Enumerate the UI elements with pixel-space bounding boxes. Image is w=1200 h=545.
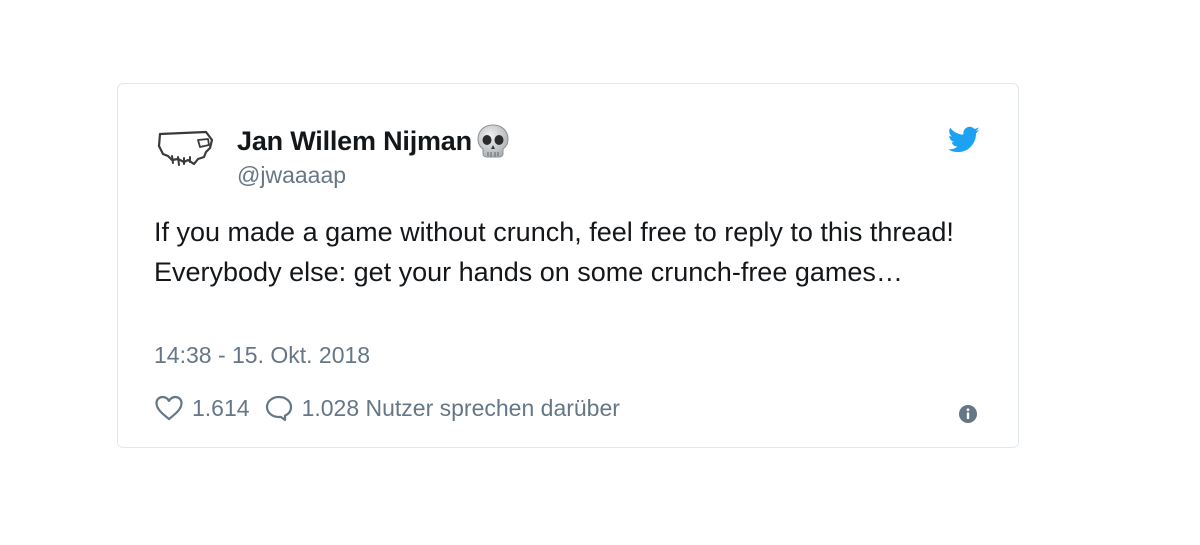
avatar-icon[interactable] xyxy=(154,126,216,174)
tweet-card[interactable]: Jan Willem Nijman @jwaaaap If you made a… xyxy=(117,83,1019,448)
author-name-row[interactable]: Jan Willem Nijman xyxy=(237,122,510,160)
reply-button[interactable]: 1.028 Nutzer sprechen darüber xyxy=(264,394,620,422)
like-count: 1.614 xyxy=(192,394,250,421)
author-block[interactable]: Jan Willem Nijman @jwaaaap xyxy=(237,122,510,189)
reply-count-label: 1.028 Nutzer sprechen darüber xyxy=(301,394,620,421)
skull-icon xyxy=(477,124,509,158)
like-button[interactable]: 1.614 xyxy=(154,394,250,422)
author-handle[interactable]: @jwaaaap xyxy=(237,162,510,189)
tweet-text: If you made a game without crunch, feel … xyxy=(154,217,954,287)
tweet-actions: 1.614 1.028 Nutzer sprechen darüber xyxy=(154,394,620,422)
speech-bubble-icon xyxy=(265,395,292,422)
twitter-bird-icon[interactable] xyxy=(948,126,980,154)
tweet-timestamp[interactable]: 14:38 - 15. Okt. 2018 xyxy=(154,342,370,369)
heart-icon xyxy=(155,395,183,421)
info-icon[interactable] xyxy=(958,404,978,424)
author-display-name[interactable]: Jan Willem Nijman xyxy=(237,126,472,157)
